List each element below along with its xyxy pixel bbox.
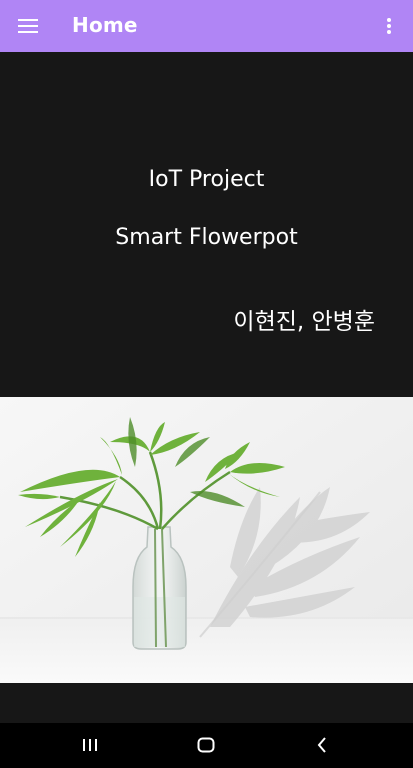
menu-button[interactable] bbox=[12, 10, 44, 42]
home-button[interactable] bbox=[186, 729, 226, 761]
overflow-menu-button[interactable] bbox=[373, 10, 405, 42]
project-title: IoT Project bbox=[148, 167, 265, 192]
home-icon bbox=[197, 737, 215, 753]
back-button[interactable] bbox=[302, 729, 342, 761]
back-icon bbox=[317, 737, 326, 753]
recents-button[interactable] bbox=[70, 729, 110, 761]
app-bar-title: Home bbox=[72, 13, 138, 37]
recents-icon bbox=[83, 739, 97, 751]
authors-text: 이현진, 안병훈 bbox=[233, 309, 375, 335]
hamburger-menu-icon bbox=[18, 19, 38, 33]
home-screen: Home IoT Project Smart Flowerpot 이현진, 안병… bbox=[0, 0, 413, 768]
hero-image bbox=[0, 397, 413, 683]
bottom-spacer bbox=[0, 683, 413, 723]
project-subtitle: Smart Flowerpot bbox=[115, 225, 298, 250]
app-bar: Home bbox=[0, 0, 413, 52]
system-nav-bar bbox=[0, 723, 413, 768]
more-vert-icon bbox=[387, 18, 391, 34]
plant-vase-illustration bbox=[0, 397, 413, 683]
